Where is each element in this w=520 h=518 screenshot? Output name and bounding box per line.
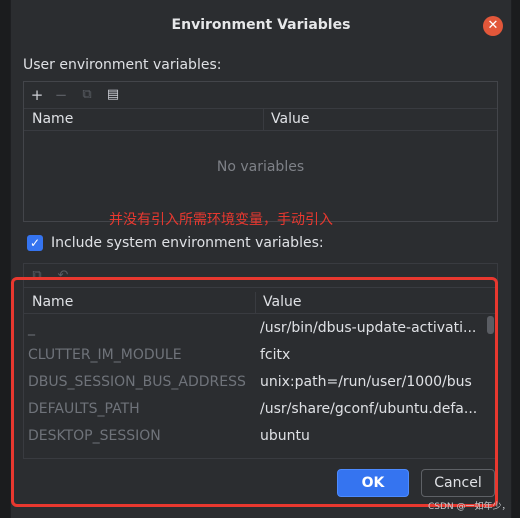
close-icon[interactable]: ✕ (483, 16, 503, 36)
copy-icon[interactable]: ⧉ (78, 86, 96, 104)
column-header-value[interactable]: Value (271, 111, 309, 127)
annotation-text: 并没有引入所需环境变量，手动引入 (109, 212, 333, 228)
remove-icon[interactable]: − (52, 86, 70, 104)
user-variables-label: User environment variables: (23, 57, 222, 73)
user-variables-toolbar: + − ⧉ ▤ (24, 82, 497, 109)
dialog-title: Environment Variables (171, 17, 351, 33)
highlight-annotation-box (11, 277, 498, 507)
empty-table-text: No variables (216, 159, 305, 175)
include-system-label[interactable]: Include system environment variables: (51, 235, 324, 251)
add-icon[interactable]: + (28, 86, 46, 104)
user-variables-panel: + − ⧉ ▤ Name Value No variables (23, 81, 498, 222)
include-system-checkbox[interactable]: ✓ (27, 235, 43, 251)
watermark-text: CSDN @一如年少， (428, 502, 511, 512)
column-divider[interactable] (263, 109, 264, 131)
column-header-name[interactable]: Name (32, 111, 73, 127)
title-bar: Environment Variables ✕ (11, 0, 511, 48)
paste-icon[interactable]: ▤ (104, 86, 122, 104)
user-table-header: Name Value (24, 109, 497, 131)
